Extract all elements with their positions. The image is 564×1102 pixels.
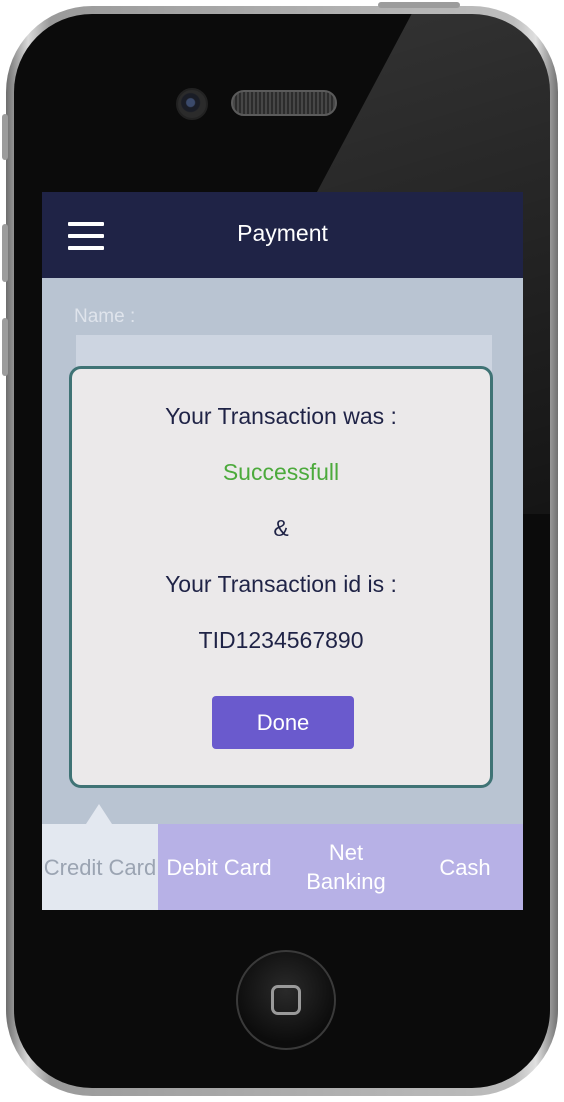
transaction-status-label: Your Transaction was : (165, 403, 397, 429)
transaction-id-label: Your Transaction id is : (165, 571, 397, 597)
earpiece-speaker (231, 90, 337, 116)
active-tab-pointer (86, 804, 112, 824)
tab-credit-card[interactable]: Credit Card (42, 824, 158, 910)
page-title: Payment (237, 220, 328, 246)
volume-up-button (2, 224, 8, 282)
front-camera (176, 88, 208, 120)
home-button[interactable] (236, 950, 336, 1050)
app-screen: Payment Name : Your Transaction was : Su… (42, 192, 523, 910)
home-square-icon (271, 985, 301, 1015)
power-button (378, 2, 460, 8)
tab-cash[interactable]: Cash (418, 824, 512, 910)
name-label: Name : (74, 306, 136, 327)
app-header: Payment (42, 192, 523, 278)
transaction-id-value: TID1234567890 (198, 627, 364, 653)
transaction-status-value: Successfull (222, 459, 340, 485)
done-button[interactable]: Done (212, 696, 354, 749)
tab-debit-card[interactable]: Debit Card (166, 824, 272, 910)
payment-method-tabs: Credit Card Debit Card Net Banking Cash (42, 824, 523, 910)
transaction-dialog: Your Transaction was : Successfull & You… (69, 366, 493, 788)
mute-switch (2, 114, 8, 160)
tab-net-banking[interactable]: Net Banking (290, 824, 402, 910)
ampersand-text: & (273, 515, 289, 541)
volume-down-button (2, 318, 8, 376)
